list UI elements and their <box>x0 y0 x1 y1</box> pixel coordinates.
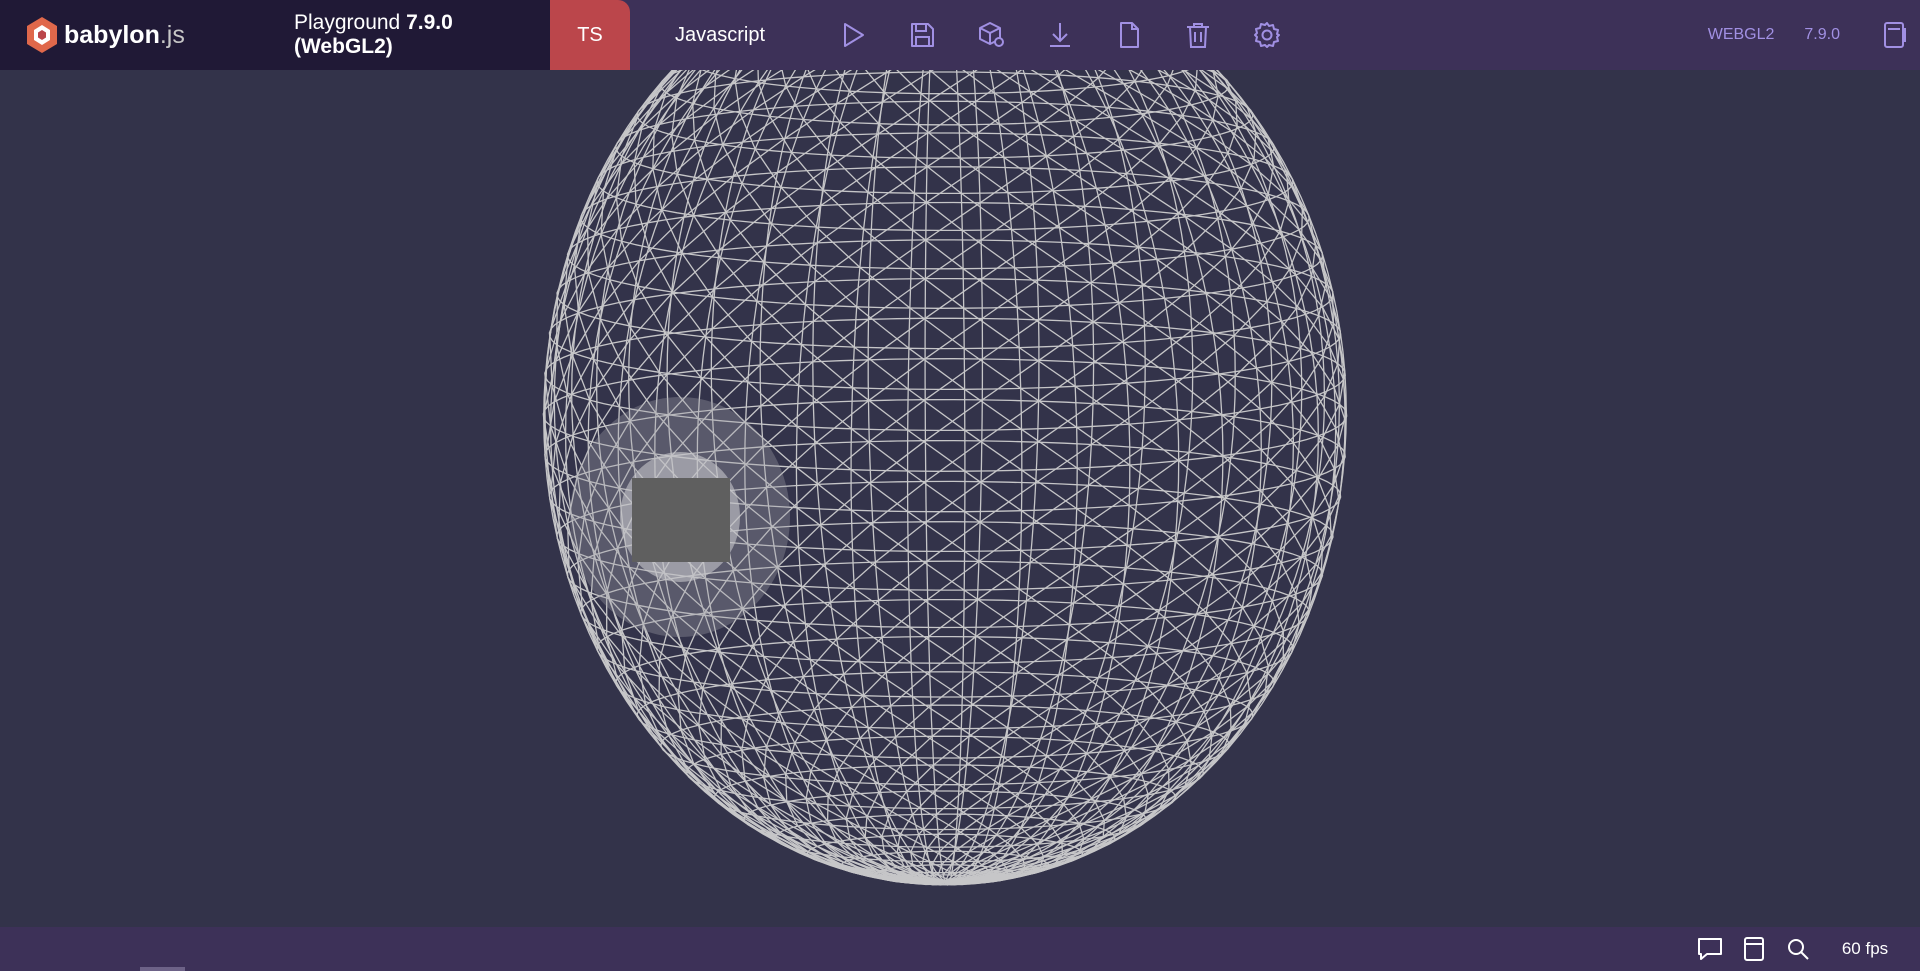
babylon-logo-icon <box>27 17 57 53</box>
search-button[interactable] <box>1776 927 1820 971</box>
settings-gear-icon <box>1253 22 1280 48</box>
play-icon <box>843 23 864 47</box>
delete-icon <box>1186 23 1209 48</box>
docs-button[interactable] <box>1732 927 1776 971</box>
tab-javascript[interactable]: Javascript <box>630 0 810 70</box>
save-button[interactable] <box>887 0 956 70</box>
toolbar-actions <box>818 0 1301 70</box>
inspector-button[interactable] <box>956 0 1025 70</box>
page-title: Playground 7.9.0 (WebGL2) <box>294 11 453 58</box>
top-toolbar: babylon.js Playground 7.9.0 (WebGL2) TS … <box>0 0 1920 70</box>
render-canvas[interactable] <box>0 70 1920 927</box>
version-label[interactable]: 7.9.0 <box>1804 26 1840 44</box>
download-button[interactable] <box>1025 0 1094 70</box>
engine-info: WEBGL2 7.9.0 <box>1708 0 1920 70</box>
book-icon <box>1744 937 1764 961</box>
brand-name: babylon.js <box>64 20 185 49</box>
chat-bubble-icon <box>1698 938 1722 960</box>
save-icon <box>910 23 934 47</box>
fps-counter: 60 fps <box>1841 939 1889 958</box>
download-icon <box>1049 23 1070 47</box>
inspector-cube-icon <box>978 22 1004 47</box>
settings-button[interactable] <box>1232 0 1301 70</box>
new-file-icon <box>1119 22 1139 48</box>
clear-button[interactable] <box>1163 0 1232 70</box>
gray-box-mesh <box>632 478 730 562</box>
brand-logo[interactable]: babylon.js <box>0 0 294 70</box>
engine-label[interactable]: WEBGL2 <box>1708 26 1775 44</box>
new-file-button[interactable] <box>1094 0 1163 70</box>
tab-indicator <box>140 967 185 971</box>
search-icon <box>1788 939 1809 960</box>
side-panel-icon <box>1884 22 1906 48</box>
bottom-status-bar: 60 fps <box>0 927 1920 971</box>
playground-title-area: Playground 7.9.0 (WebGL2) <box>294 0 550 70</box>
feedback-button[interactable] <box>1688 927 1732 971</box>
wireframe-sphere <box>542 70 1348 886</box>
run-button[interactable] <box>818 0 887 70</box>
tab-ts[interactable]: TS <box>550 0 630 70</box>
toggle-editor-button[interactable] <box>1870 0 1920 70</box>
